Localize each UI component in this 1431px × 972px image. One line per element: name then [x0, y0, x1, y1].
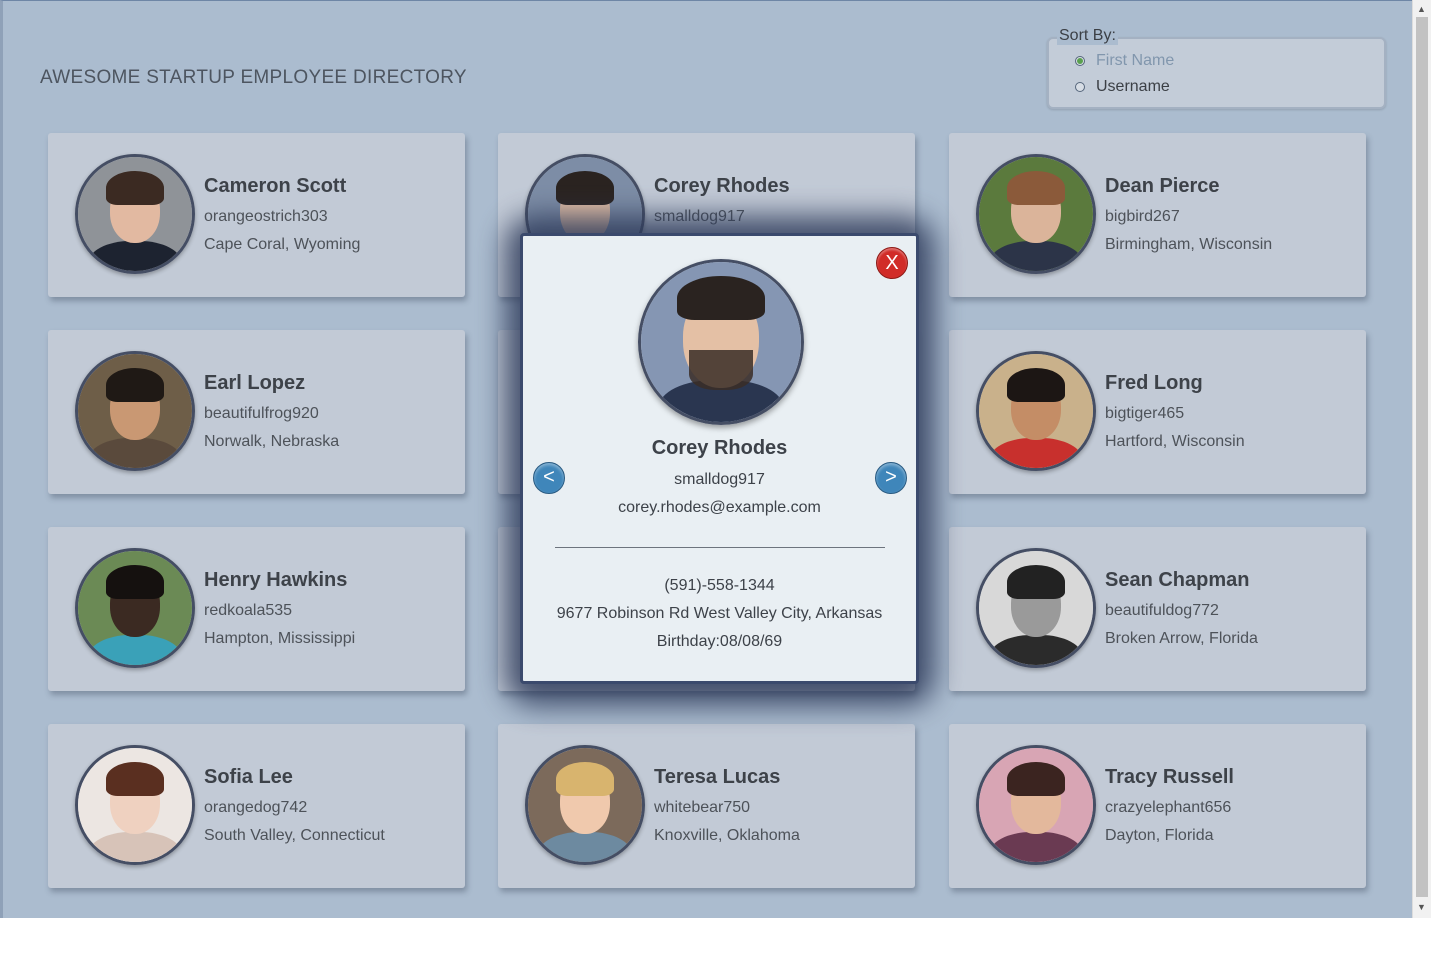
employee-name: Dean Pierce — [1105, 175, 1220, 197]
username-label[interactable]: Username — [1096, 78, 1170, 96]
employee-card[interactable]: Cameron Scott orangeostrich303 Cape Cora… — [48, 133, 465, 297]
employee-username: whitebear750 — [654, 799, 751, 816]
first-name-label[interactable]: First Name — [1096, 52, 1174, 70]
modal-avatar — [638, 259, 804, 425]
avatar — [976, 548, 1096, 668]
employee-name: Tracy Russell — [1105, 766, 1234, 788]
employee-location: Birmingham, Wisconsin — [1105, 236, 1273, 253]
employee-username: beautifulfrog920 — [204, 405, 319, 422]
chevron-left-icon[interactable]: < — [533, 462, 565, 494]
employee-modal: X Corey Rhodes smalldog917 corey.rhodes@… — [520, 233, 919, 684]
scroll-thumb[interactable] — [1416, 17, 1428, 897]
avatar — [525, 745, 645, 865]
avatar — [75, 154, 195, 274]
employee-card[interactable]: Teresa Lucas whitebear750 Knoxville, Okl… — [498, 724, 915, 888]
employee-name: Teresa Lucas — [654, 766, 781, 788]
employee-username: crazyelephant656 — [1105, 799, 1232, 816]
employee-username: redkoala535 — [204, 602, 293, 619]
first-name-radio[interactable] — [1075, 56, 1085, 66]
employee-card[interactable]: Earl Lopez beautifulfrog920 Norwalk, Neb… — [48, 330, 465, 494]
employee-username: bigbird267 — [1105, 208, 1180, 225]
avatar — [976, 154, 1096, 274]
scroll-down-icon[interactable]: ▼ — [1417, 902, 1426, 912]
employee-card[interactable]: Henry Hawkins redkoala535 Hampton, Missi… — [48, 527, 465, 691]
avatar — [75, 351, 195, 471]
employee-card[interactable]: Tracy Russell crazyelephant656 Dayton, F… — [949, 724, 1366, 888]
employee-name: Sean Chapman — [1105, 569, 1250, 591]
employee-location: Norwalk, Nebraska — [204, 433, 340, 450]
employee-location: Dayton, Florida — [1105, 827, 1214, 844]
modal-username: smalldog917 — [674, 471, 765, 488]
employee-card[interactable]: Sean Chapman beautifuldog772 Broken Arro… — [949, 527, 1366, 691]
directory-app: AWESOME STARTUP EMPLOYEE DIRECTORY First… — [0, 0, 1412, 918]
username-radio[interactable] — [1075, 82, 1085, 92]
avatar — [976, 351, 1096, 471]
page-title: AWESOME STARTUP EMPLOYEE DIRECTORY — [40, 67, 467, 88]
close-button[interactable]: X — [876, 247, 908, 279]
employee-username: orangedog742 — [204, 799, 308, 816]
modal-email: corey.rhodes@example.com — [618, 499, 821, 516]
avatar — [75, 745, 195, 865]
scroll-up-icon[interactable]: ▲ — [1417, 4, 1426, 14]
employee-name: Sofia Lee — [204, 766, 293, 788]
employee-card[interactable]: Sofia Lee orangedog742 South Valley, Con… — [48, 724, 465, 888]
modal-phone: (591)-558-1344 — [664, 577, 775, 594]
chevron-right-icon[interactable]: > — [875, 462, 907, 494]
employee-username: beautifuldog772 — [1105, 602, 1219, 619]
sort-options: First Name Username — [1047, 37, 1386, 109]
employee-name: Corey Rhodes — [654, 175, 790, 197]
employee-location: Cape Coral, Wyoming — [204, 236, 361, 253]
employee-card[interactable]: Dean Pierce bigbird267 Birmingham, Wisco… — [949, 133, 1366, 297]
modal-employee-name: Corey Rhodes — [651, 437, 788, 459]
avatar — [976, 745, 1096, 865]
employee-username: bigtiger465 — [1105, 405, 1185, 422]
sort-legend: Sort By: — [1057, 27, 1118, 45]
sort-username-option[interactable]: Username — [1075, 78, 1170, 96]
divider — [555, 547, 885, 548]
employee-name: Henry Hawkins — [204, 569, 348, 591]
employee-location: Hartford, Wisconsin — [1105, 433, 1245, 450]
employee-name: Cameron Scott — [204, 175, 347, 197]
sort-first-name-option[interactable]: First Name — [1075, 52, 1174, 70]
employee-name: Earl Lopez — [204, 372, 306, 394]
employee-location: Hampton, Mississippi — [204, 630, 356, 647]
employee-card[interactable]: Fred Long bigtiger465 Hartford, Wisconsi… — [949, 330, 1366, 494]
employee-name: Fred Long — [1105, 372, 1203, 394]
employee-location: Broken Arrow, Florida — [1105, 630, 1258, 647]
employee-location: South Valley, Connecticut — [204, 827, 385, 844]
employee-username: orangeostrich303 — [204, 208, 328, 225]
modal-birthday: Birthday:08/08/69 — [656, 633, 783, 650]
vertical-scrollbar[interactable]: ▲ ▼ — [1412, 0, 1431, 918]
avatar — [75, 548, 195, 668]
employee-location: Knoxville, Oklahoma — [654, 827, 800, 844]
modal-address: 9677 Robinson Rd West Valley City, Arkan… — [556, 605, 883, 622]
